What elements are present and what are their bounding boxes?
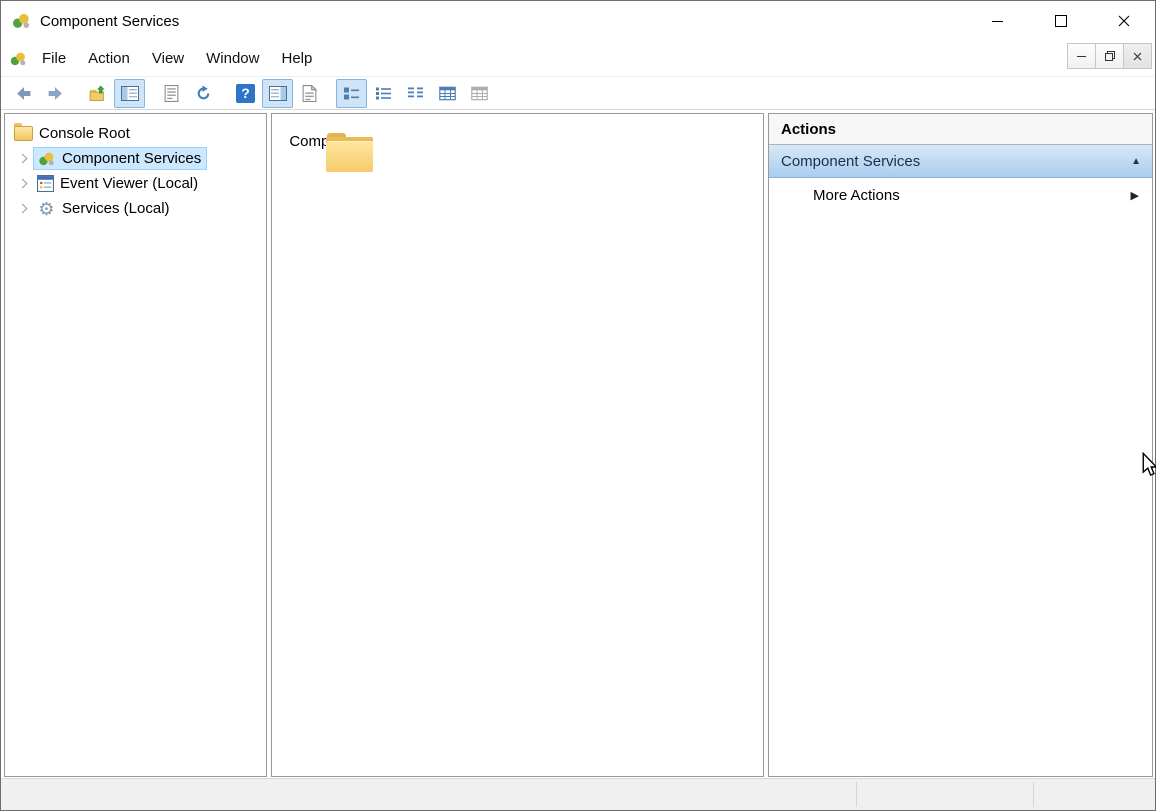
view-detail-icon	[439, 86, 456, 101]
view-extended-icon	[471, 86, 488, 101]
console-tree-icon	[121, 86, 139, 101]
toolbar: ?	[1, 77, 1155, 110]
menu-item-view[interactable]: View	[141, 45, 195, 72]
actions-pane: Actions Component Services ▲ More Action…	[768, 113, 1153, 777]
view-small-icons-button[interactable]	[368, 79, 399, 108]
view-extended-button[interactable]	[464, 79, 495, 108]
content-area: Console Root Component Services	[1, 110, 1155, 778]
view-detail-button[interactable]	[432, 79, 463, 108]
services-gear-icon: ⚙	[37, 200, 56, 218]
view-icons-icon	[343, 86, 360, 101]
chevron-right-icon[interactable]	[14, 196, 33, 221]
close-button[interactable]	[1092, 1, 1155, 41]
titlebar[interactable]: Component Services	[1, 1, 1155, 41]
chevron-right-icon[interactable]	[14, 171, 33, 196]
forward-icon	[47, 85, 64, 102]
window-controls	[966, 1, 1155, 41]
back-button[interactable]	[8, 79, 39, 108]
tree-item-component-services[interactable]: Component Services	[5, 146, 266, 171]
chevron-right-icon[interactable]	[14, 146, 33, 171]
forward-button[interactable]	[40, 79, 71, 108]
export-list-icon	[302, 85, 317, 102]
maximize-icon	[1055, 15, 1067, 27]
tree-selection: Component Services	[33, 147, 207, 170]
component-services-icon	[37, 151, 56, 167]
actions-section-title: Component Services	[781, 153, 920, 170]
tree-item-label: Console Root	[39, 125, 130, 142]
show-hide-action-pane-button[interactable]	[262, 79, 293, 108]
child-close-icon	[1133, 52, 1142, 61]
show-hide-console-tree-button[interactable]	[114, 79, 145, 108]
actions-pane-title: Actions	[769, 114, 1152, 145]
tree-item-event-viewer[interactable]: Event Viewer (Local)	[5, 171, 266, 196]
action-pane-icon	[269, 86, 287, 101]
up-one-level-icon	[89, 85, 106, 102]
collapse-section-icon[interactable]: ▲	[1131, 156, 1141, 167]
view-list-icon	[407, 86, 424, 101]
tree-item-label: Services (Local)	[62, 200, 170, 217]
window-title: Component Services	[40, 13, 179, 30]
event-viewer-icon	[37, 175, 54, 192]
more-actions-label: More Actions	[813, 187, 900, 204]
minimize-button[interactable]	[966, 1, 1029, 41]
child-restore-icon	[1105, 51, 1115, 61]
menu-item-help[interactable]: Help	[270, 45, 323, 72]
tree-item-services[interactable]: ⚙ Services (Local)	[5, 196, 266, 221]
child-window-controls	[1068, 43, 1152, 69]
app-icon	[11, 12, 31, 30]
help-button[interactable]: ?	[230, 79, 261, 108]
maximize-button[interactable]	[1029, 1, 1092, 41]
view-small-icons-icon	[375, 86, 392, 101]
console-tree-pane: Console Root Component Services	[4, 113, 267, 777]
back-icon	[15, 85, 32, 102]
folder-icon	[14, 126, 33, 141]
child-minimize-button[interactable]	[1067, 43, 1096, 69]
statusbar-separator	[856, 782, 857, 807]
child-minimize-icon	[1077, 56, 1086, 57]
refresh-icon	[195, 85, 212, 102]
more-actions-arrow-icon: ▶	[1131, 189, 1139, 202]
tree-item-label: Component Services	[62, 150, 201, 167]
refresh-button[interactable]	[188, 79, 219, 108]
actions-section-header[interactable]: Component Services ▲	[769, 145, 1152, 178]
child-close-button[interactable]	[1123, 43, 1152, 69]
tree-item-label: Event Viewer (Local)	[60, 175, 198, 192]
menu-item-action[interactable]: Action	[77, 45, 141, 72]
view-list-button[interactable]	[400, 79, 431, 108]
child-restore-button[interactable]	[1095, 43, 1124, 69]
minimize-icon	[992, 21, 1003, 22]
help-icon: ?	[236, 84, 255, 103]
export-list-button[interactable]	[294, 79, 325, 108]
menu-item-file[interactable]: File	[31, 45, 77, 72]
menubar: File Action View Window Help	[1, 41, 1155, 77]
view-icons-button[interactable]	[336, 79, 367, 108]
console-window-icon	[9, 51, 27, 67]
tree-item-console-root[interactable]: Console Root	[5, 121, 266, 146]
results-pane: Computers	[271, 113, 764, 777]
statusbar	[1, 778, 1155, 810]
menu-item-window[interactable]: Window	[195, 45, 270, 72]
component-services-window: Component Services File Action View Wind…	[0, 0, 1156, 811]
more-actions-item[interactable]: More Actions ▶	[769, 178, 1152, 212]
computers-item[interactable]: Computers	[278, 133, 374, 150]
statusbar-separator	[1033, 782, 1034, 807]
up-one-level-button[interactable]	[82, 79, 113, 108]
console-tree: Console Root Component Services	[5, 114, 266, 221]
results-list: Computers	[272, 114, 763, 150]
properties-button[interactable]	[156, 79, 187, 108]
close-icon	[1118, 15, 1130, 27]
properties-icon	[164, 85, 179, 102]
